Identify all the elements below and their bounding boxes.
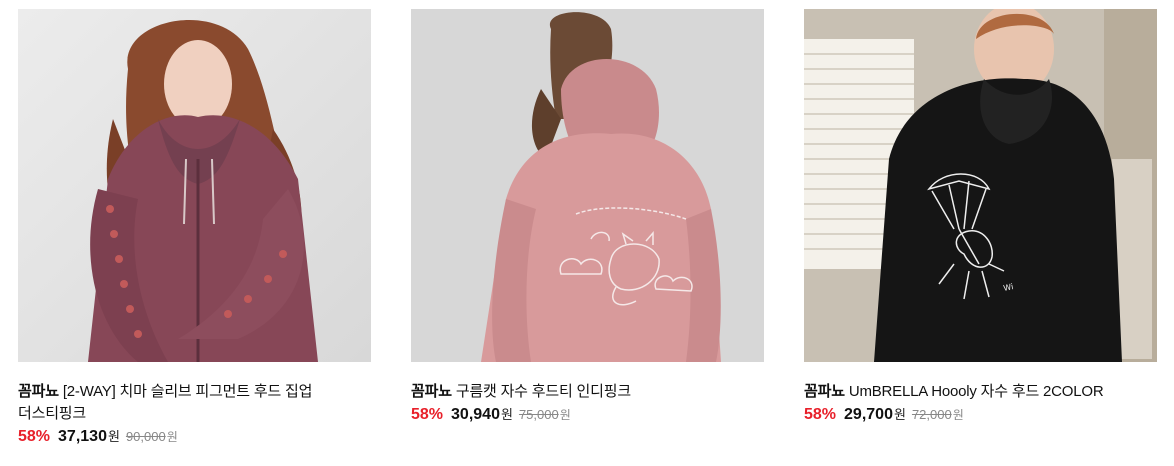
discount-rate: 58% (804, 406, 837, 423)
original-price-unit: 원 (166, 430, 178, 444)
original-price: 90,000 (125, 429, 166, 444)
product-image[interactable] (18, 9, 371, 362)
sale-price-unit: 원 (107, 429, 120, 444)
price-row: 58% 29,700 원 72,000 원 (804, 404, 1157, 426)
discount-rate: 58% (411, 406, 444, 423)
original-price-unit: 원 (559, 408, 571, 422)
product-card[interactable]: Wi 꼼파뇨 UmBRELLA Hoooly 자수 후드 2COLOR 58% 2… (804, 9, 1157, 426)
product-photo-illustration (411, 9, 764, 362)
original-price-unit: 원 (952, 408, 964, 422)
product-name[interactable]: 구름캣 자수 후드티 인디핑크 (456, 383, 631, 400)
sale-price-unit: 원 (500, 407, 513, 422)
sale-price: 30,940 (451, 406, 500, 423)
sale-price: 37,130 (58, 428, 107, 445)
original-price: 75,000 (518, 407, 559, 422)
sale-price: 29,700 (844, 406, 893, 423)
product-title[interactable]: 꼼파뇨 UmBRELLA Hoooly 자수 후드 2COLOR (804, 381, 1157, 403)
product-photo-illustration: Wi (804, 9, 1157, 362)
product-card[interactable]: 꼼파뇨 구름캣 자수 후드티 인디핑크 58% 30,940 원 75,000 원 (411, 9, 764, 426)
product-name[interactable]: [2-WAY] 치마 슬리브 피그먼트 후드 집업 더스티핑크 (18, 383, 312, 422)
sale-price-unit: 원 (893, 407, 906, 422)
price-row: 58% 30,940 원 75,000 원 (411, 404, 764, 426)
discount-rate: 58% (18, 428, 51, 445)
product-title[interactable]: 꼼파뇨 [2-WAY] 치마 슬리브 피그먼트 후드 집업 더스티핑크 (18, 381, 371, 425)
product-info: 꼼파뇨 구름캣 자수 후드티 인디핑크 58% 30,940 원 75,000 원 (411, 381, 764, 426)
product-photo-illustration (18, 9, 371, 362)
product-title[interactable]: 꼼파뇨 구름캣 자수 후드티 인디핑크 (411, 381, 764, 403)
original-price: 72,000 (911, 407, 952, 422)
product-info: 꼼파뇨 [2-WAY] 치마 슬리브 피그먼트 후드 집업 더스티핑크 58% 3… (18, 381, 371, 448)
product-image[interactable] (411, 9, 764, 362)
brand-name[interactable]: 꼼파뇨 (18, 383, 59, 400)
product-card[interactable]: 꼼파뇨 [2-WAY] 치마 슬리브 피그먼트 후드 집업 더스티핑크 58% 3… (18, 9, 371, 448)
product-name[interactable]: UmBRELLA Hoooly 자수 후드 2COLOR (849, 383, 1104, 400)
product-image[interactable]: Wi (804, 9, 1157, 362)
brand-name[interactable]: 꼼파뇨 (411, 383, 452, 400)
price-row: 58% 37,130 원 90,000 원 (18, 426, 371, 448)
brand-name[interactable]: 꼼파뇨 (804, 383, 845, 400)
product-info: 꼼파뇨 UmBRELLA Hoooly 자수 후드 2COLOR 58% 29,7… (804, 381, 1157, 426)
